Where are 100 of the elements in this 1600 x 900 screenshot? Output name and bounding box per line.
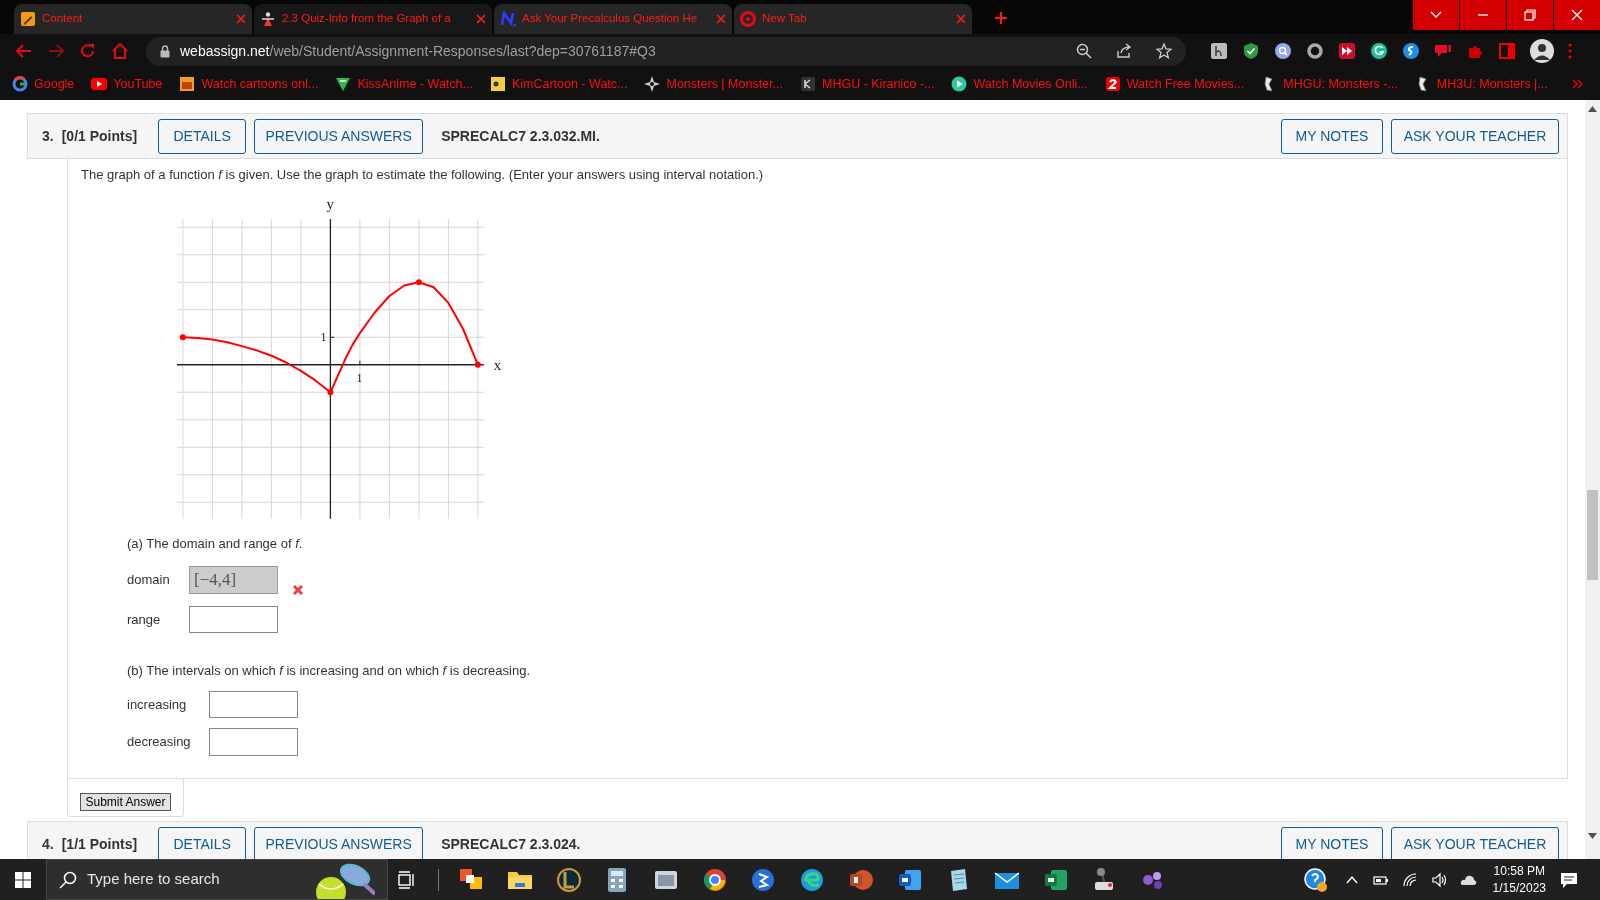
volume-icon[interactable] — [1430, 871, 1448, 888]
point-marker — [327, 388, 334, 395]
bookmark-link[interactable]: YouTube — [91, 74, 163, 94]
field-label: domain — [127, 571, 171, 589]
bookmark-link[interactable]: Monsters | Monster... — [644, 74, 783, 94]
extension-icon[interactable] — [1210, 42, 1228, 60]
point-marker — [415, 278, 422, 285]
side-panel-icon[interactable] — [1498, 42, 1516, 60]
field-label: increasing — [127, 695, 188, 714]
header-button[interactable]: MY NOTES — [1281, 118, 1383, 154]
bookmark-link[interactable]: KimCartoon - Watc... — [489, 74, 628, 94]
close-icon[interactable] — [716, 14, 726, 24]
question-code: SPRECALC7 2.3.032.MI. — [441, 126, 600, 146]
wifi-icon[interactable] — [1401, 871, 1419, 888]
ring-icon[interactable] — [1306, 42, 1324, 60]
window-control-button[interactable] — [1507, 0, 1553, 30]
points-label: [1/1 Points] — [61, 834, 138, 854]
home-icon[interactable] — [111, 42, 129, 60]
answer-field[interactable]: [−4,4] — [189, 566, 278, 594]
answer-field[interactable] — [209, 690, 298, 719]
close-icon[interactable] — [476, 14, 486, 24]
address-bar[interactable]: webassign.net/web/Student/Assignment-Responses/last?dep=30761187#Q3 — [146, 36, 1186, 66]
bookmark-link[interactable]: Watch cartoons onl... — [179, 74, 319, 94]
search-field[interactable]: Type here to search — [46, 859, 388, 900]
url-text: webassign.net/web/Student/Assignment-Responses/last?dep=30761187#Q3 — [180, 41, 657, 61]
bookmark-link[interactable]: MHGU: Monsters -... — [1261, 74, 1398, 94]
bookmark-link[interactable]: KissAnime - Watch... — [335, 74, 473, 94]
scrollbar-thumb[interactable] — [1587, 490, 1598, 580]
circle-logo-icon[interactable] — [750, 866, 777, 893]
bookmark-link[interactable]: MH3U: Monsters |... — [1414, 74, 1548, 94]
tick-label: 1 — [320, 329, 327, 344]
zoom-out-icon[interactable] — [1076, 43, 1092, 59]
fast-forward-icon[interactable] — [1338, 42, 1356, 60]
circle-logo-icon[interactable] — [1370, 42, 1388, 60]
share-icon[interactable] — [1116, 43, 1132, 59]
play-icon — [951, 76, 968, 92]
question-number: 4. — [42, 834, 54, 854]
field-label: range — [127, 610, 162, 629]
axis-label: y — [326, 195, 334, 212]
browser-tab[interactable]: New Tab — [734, 4, 972, 34]
pencil-icon — [20, 11, 36, 27]
circle-logo-icon — [740, 11, 756, 27]
browser-tab[interactable]: 2.3 Quiz-Info from the Graph of a — [254, 4, 492, 34]
question-prompt: The graph of a function f is given. Use the graph to estimate the following. (Enter your answers using interval notation.) — [81, 166, 765, 184]
tick-label: 1 — [356, 370, 363, 385]
browser-tab[interactable]: Content — [14, 4, 252, 34]
search-icon[interactable] — [1274, 42, 1292, 60]
figure-icon — [260, 11, 276, 27]
bookmark-link[interactable]: Watch Free Movies... — [1104, 74, 1245, 94]
submit-button[interactable]: Submit Answer — [80, 793, 171, 811]
point-marker — [179, 333, 186, 340]
answer-field[interactable] — [189, 605, 278, 634]
close-icon[interactable] — [956, 14, 966, 24]
question-number: 3. — [42, 126, 54, 146]
clock-time[interactable]: 10:58 PM — [1493, 862, 1545, 880]
star-icon[interactable] — [1156, 43, 1172, 59]
answer-field[interactable] — [209, 728, 298, 756]
circle-logo-icon — [12, 76, 28, 92]
part-heading: (a) The domain and range of f. — [127, 535, 304, 554]
new-tab-icon[interactable] — [994, 11, 1008, 25]
swirl-icon[interactable] — [1402, 42, 1420, 60]
tile-icon — [799, 76, 816, 92]
restore-icon — [1523, 8, 1537, 22]
lock-icon — [160, 44, 170, 58]
circle-logo-icon[interactable] — [799, 866, 826, 893]
question-code: SPRECALC7 2.3.024. — [441, 834, 581, 854]
header-button[interactable]: PREVIOUS ANSWERS — [254, 118, 424, 154]
close-icon — [1570, 8, 1584, 22]
close-icon[interactable] — [236, 14, 246, 24]
scrollbar[interactable] — [1585, 100, 1600, 859]
browser-tab[interactable]: Ask Your Precalculus Question He — [494, 4, 732, 34]
scroll-up-icon[interactable] — [1588, 106, 1597, 112]
search-icon — [59, 870, 77, 889]
menu-icon[interactable] — [1568, 43, 1572, 59]
bookmark-link[interactable]: Watch Movies Onli... — [951, 74, 1088, 94]
play-icon — [91, 76, 108, 92]
back-icon[interactable] — [15, 42, 33, 60]
help-icon[interactable] — [1303, 867, 1328, 892]
avatar-icon[interactable] — [1530, 39, 1554, 63]
reload-icon[interactable] — [79, 42, 97, 60]
point-marker — [474, 361, 481, 368]
shuriken-icon — [644, 76, 661, 92]
shield-icon[interactable] — [1242, 42, 1260, 60]
tile-icon — [489, 76, 506, 92]
emblem-icon[interactable] — [555, 866, 582, 893]
shield-icon — [335, 76, 352, 92]
scroll-down-icon[interactable] — [1588, 833, 1597, 839]
header-button[interactable]: ASK YOUR TEACHER — [1391, 118, 1559, 154]
notification-icon[interactable] — [1560, 870, 1578, 889]
bookmark-link[interactable]: Google — [12, 74, 75, 94]
chevron-icon[interactable] — [1572, 79, 1584, 89]
clock-date[interactable]: 1/15/2023 — [1492, 879, 1546, 897]
tag-icon[interactable] — [1434, 42, 1452, 60]
header-button[interactable]: DETAILS — [158, 118, 247, 154]
windows-icon[interactable] — [15, 871, 31, 888]
points-label: [0/1 Points] — [61, 126, 138, 146]
task-view-icon[interactable] — [398, 870, 416, 889]
circle-logo-icon[interactable] — [701, 866, 728, 893]
bookmark-link[interactable]: MHGU - Kiranico -... — [799, 74, 935, 94]
logo-icon — [500, 11, 516, 27]
